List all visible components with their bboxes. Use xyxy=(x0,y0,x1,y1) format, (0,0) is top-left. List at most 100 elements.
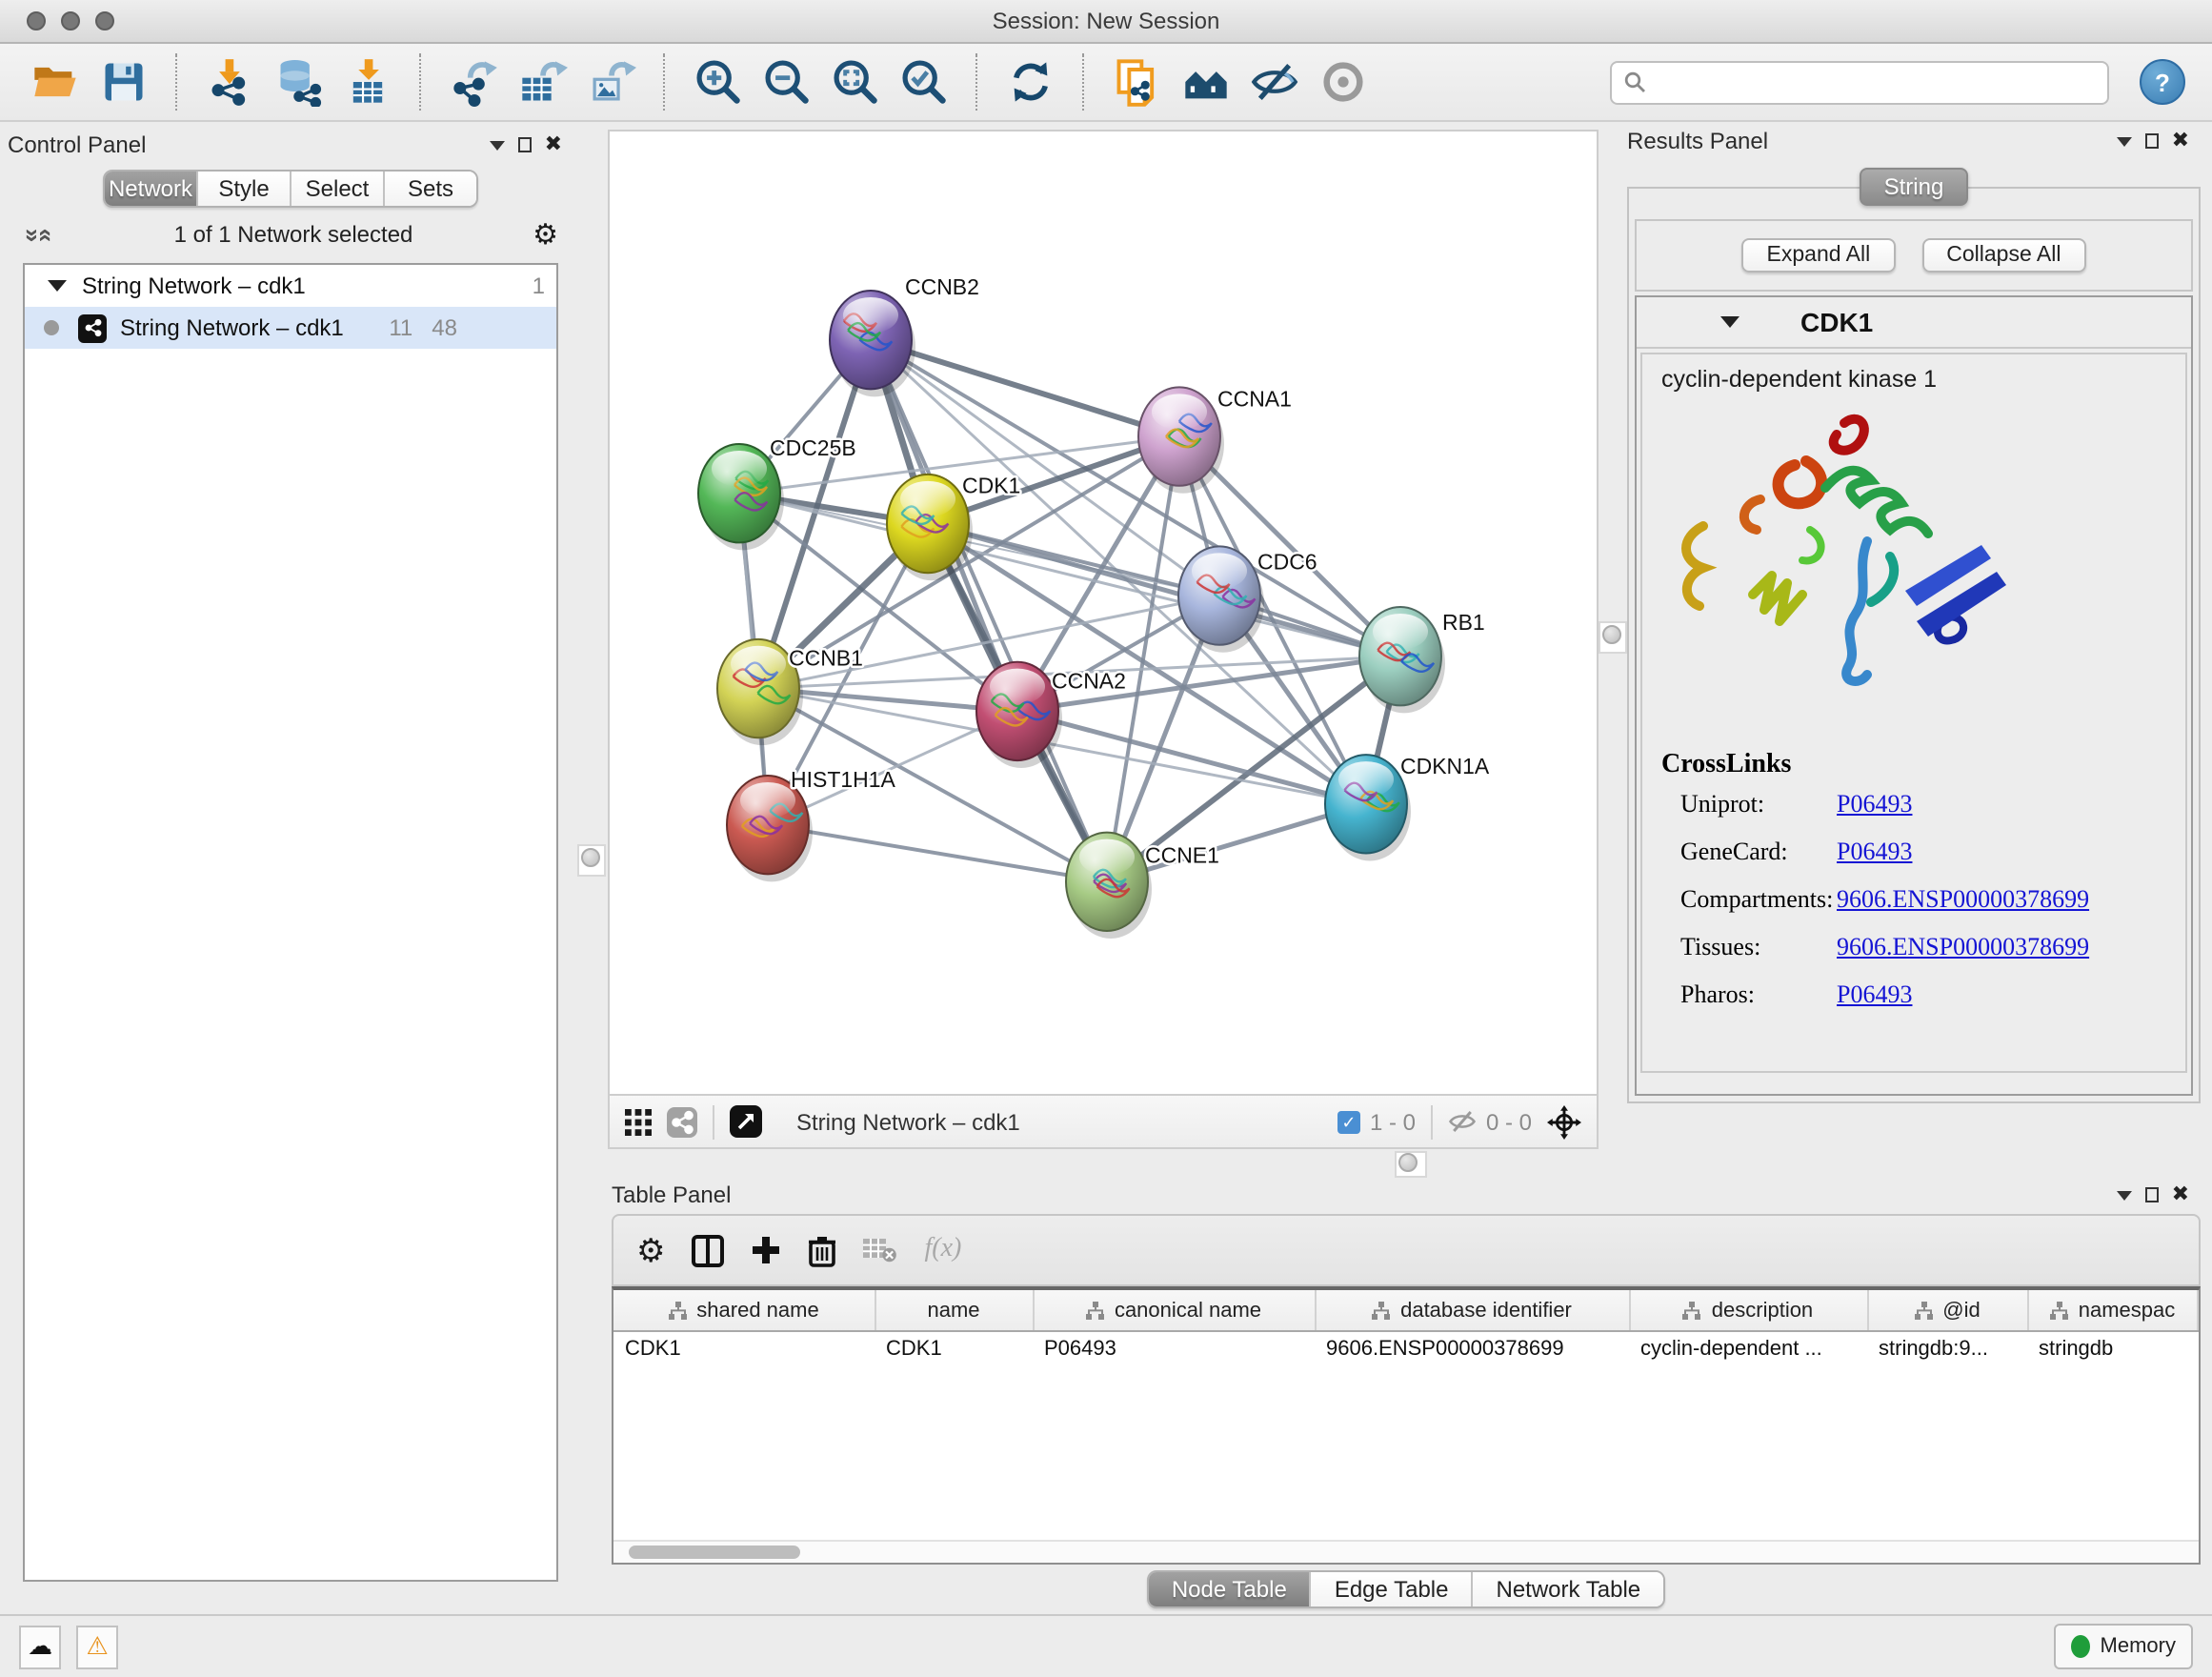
column-header[interactable]: shared name xyxy=(613,1290,875,1331)
tab-select[interactable]: Select xyxy=(292,172,385,206)
tab-edge-table[interactable]: Edge Table xyxy=(1312,1572,1474,1606)
genecard-link[interactable]: P06493 xyxy=(1837,837,1912,867)
birds-eye-view-icon[interactable] xyxy=(730,1105,762,1138)
open-session-icon[interactable] xyxy=(30,57,80,107)
gene-header[interactable]: CDK1 xyxy=(1637,297,2191,349)
network-node-CDC6[interactable] xyxy=(1178,546,1264,652)
network-node-CDKN1A[interactable] xyxy=(1325,755,1411,860)
network-edge[interactable] xyxy=(871,340,1179,436)
zoom-fit-icon[interactable] xyxy=(831,57,880,107)
network-row[interactable]: String Network – cdk1 11 48 xyxy=(25,307,556,349)
toolbar-separator xyxy=(713,1104,714,1139)
column-header[interactable]: canonical name xyxy=(1033,1290,1315,1331)
panel-menu-icon[interactable] xyxy=(490,140,505,150)
uniprot-link[interactable]: P06493 xyxy=(1837,789,1912,819)
tab-string[interactable]: String xyxy=(1860,168,1969,206)
table-options-gear-icon[interactable]: ⚙ xyxy=(636,1234,666,1266)
group-annotations-icon[interactable] xyxy=(1181,57,1231,107)
tissues-link[interactable]: 9606.ENSP00000378699 xyxy=(1837,932,2089,962)
pan-crosshair-icon[interactable] xyxy=(1547,1104,1581,1139)
cell-database-identifier[interactable]: 9606.ENSP00000378699 xyxy=(1315,1331,1629,1364)
splitter-handle[interactable] xyxy=(1398,1153,1418,1172)
delete-column-trash-icon[interactable] xyxy=(809,1234,837,1266)
panel-float-icon[interactable] xyxy=(2145,1187,2159,1202)
memory-button[interactable]: Memory xyxy=(2055,1624,2193,1669)
column-header[interactable]: namespac xyxy=(2027,1290,2198,1331)
zoom-selected-icon[interactable] xyxy=(899,57,949,107)
tab-style[interactable]: Style xyxy=(198,172,292,206)
collapse-all-button[interactable]: Collapse All xyxy=(1921,238,2085,273)
column-header[interactable]: description xyxy=(1629,1290,1867,1331)
splitter-handle[interactable] xyxy=(1601,625,1620,644)
panel-float-icon[interactable] xyxy=(2145,133,2159,149)
hide-selected-eye-slash-icon[interactable] xyxy=(1250,57,1299,107)
search-input[interactable] xyxy=(1654,69,2096,95)
network-options-gear-icon[interactable]: ⚙ xyxy=(533,220,558,249)
string-import-icon[interactable] xyxy=(1113,57,1162,107)
cell-shared-name[interactable]: CDK1 xyxy=(613,1331,875,1364)
cell-canonical-name[interactable]: P06493 xyxy=(1033,1331,1315,1364)
table-horizontal-scrollbar[interactable] xyxy=(613,1540,2199,1563)
tab-sets[interactable]: Sets xyxy=(385,172,476,206)
search-field[interactable] xyxy=(1610,60,2109,104)
network-node-RB1[interactable] xyxy=(1359,607,1445,713)
network-collection-row[interactable]: String Network – cdk1 1 xyxy=(25,265,556,307)
network-node-CCNA2[interactable] xyxy=(976,662,1062,768)
help-button[interactable]: ? xyxy=(2140,59,2185,105)
network-canvas[interactable]: CCNB2CCNA1CDC25BCDK1CDC6RB1CCNB1CCNA2CDK… xyxy=(608,130,1599,1096)
network-node-CCNB2[interactable] xyxy=(830,291,915,396)
vertical-splitter-right[interactable] xyxy=(1599,122,1623,1149)
create-column-plus-icon[interactable] xyxy=(752,1235,782,1265)
splitter-handle[interactable] xyxy=(580,848,599,867)
network-edge[interactable] xyxy=(739,494,1400,657)
collection-disclosure-icon[interactable] xyxy=(48,280,67,292)
export-image-icon[interactable] xyxy=(587,57,636,107)
column-header[interactable]: database identifier xyxy=(1315,1290,1629,1331)
show-columns-icon[interactable] xyxy=(693,1234,725,1266)
export-table-icon[interactable] xyxy=(518,57,568,107)
column-header[interactable]: @id xyxy=(1867,1290,2027,1331)
cell-namespace[interactable]: stringdb xyxy=(2027,1331,2198,1364)
network-edge[interactable] xyxy=(871,340,1107,882)
vertical-splitter-left[interactable] xyxy=(573,122,608,1614)
panel-menu-icon[interactable] xyxy=(2117,1190,2132,1200)
network-node-CDK1[interactable] xyxy=(887,475,973,580)
scrollbar-thumb[interactable] xyxy=(629,1546,800,1559)
warnings-button[interactable]: ⚠ xyxy=(76,1625,118,1668)
network-node-CCNE1[interactable] xyxy=(1066,833,1152,939)
panel-close-icon[interactable]: ✖ xyxy=(2172,1184,2189,1205)
column-header[interactable]: name xyxy=(875,1290,1033,1331)
panel-menu-icon[interactable] xyxy=(2117,136,2132,146)
import-table-icon[interactable] xyxy=(343,57,392,107)
network-node-CCNA1[interactable] xyxy=(1138,387,1224,493)
table-row[interactable]: CDK1 CDK1 P06493 9606.ENSP00000378699 cy… xyxy=(613,1331,2198,1364)
expand-all-networks-icon[interactable]: « xyxy=(35,228,60,241)
import-network-icon[interactable] xyxy=(206,57,255,107)
gene-disclosure-icon[interactable] xyxy=(1720,316,1739,328)
export-network-icon[interactable] xyxy=(450,57,499,107)
expand-all-button[interactable]: Expand All xyxy=(1742,238,1896,273)
selected-checkbox-icon[interactable]: ✓ xyxy=(1337,1110,1360,1133)
tab-node-table[interactable]: Node Table xyxy=(1149,1572,1312,1606)
network-graph[interactable]: CCNB2CCNA1CDC25BCDK1CDC6RB1CCNB1CCNA2CDK… xyxy=(610,131,1597,1094)
pharos-link[interactable]: P06493 xyxy=(1837,980,1912,1010)
zoom-in-icon[interactable] xyxy=(694,57,743,107)
show-all-eye-icon[interactable] xyxy=(1318,57,1368,107)
tab-network[interactable]: Network xyxy=(105,172,198,206)
cloud-status-button[interactable]: ☁ xyxy=(19,1625,61,1668)
grid-view-icon[interactable] xyxy=(625,1108,652,1135)
panel-float-icon[interactable] xyxy=(518,137,532,152)
compartments-link[interactable]: 9606.ENSP00000378699 xyxy=(1837,884,2089,915)
save-session-icon[interactable] xyxy=(99,57,149,107)
network-share-icon[interactable] xyxy=(667,1106,697,1137)
refresh-icon[interactable] xyxy=(1006,57,1056,107)
cell-id[interactable]: stringdb:9... xyxy=(1867,1331,2027,1364)
cell-name[interactable]: CDK1 xyxy=(875,1331,1033,1364)
horizontal-splitter[interactable] xyxy=(608,1149,2212,1176)
cell-description[interactable]: cyclin-dependent ... xyxy=(1629,1331,1867,1364)
tab-network-table[interactable]: Network Table xyxy=(1474,1572,1664,1606)
panel-close-icon[interactable]: ✖ xyxy=(2172,131,2189,152)
panel-close-icon[interactable]: ✖ xyxy=(545,134,562,155)
zoom-out-icon[interactable] xyxy=(762,57,812,107)
import-network-from-database-icon[interactable] xyxy=(274,57,324,107)
